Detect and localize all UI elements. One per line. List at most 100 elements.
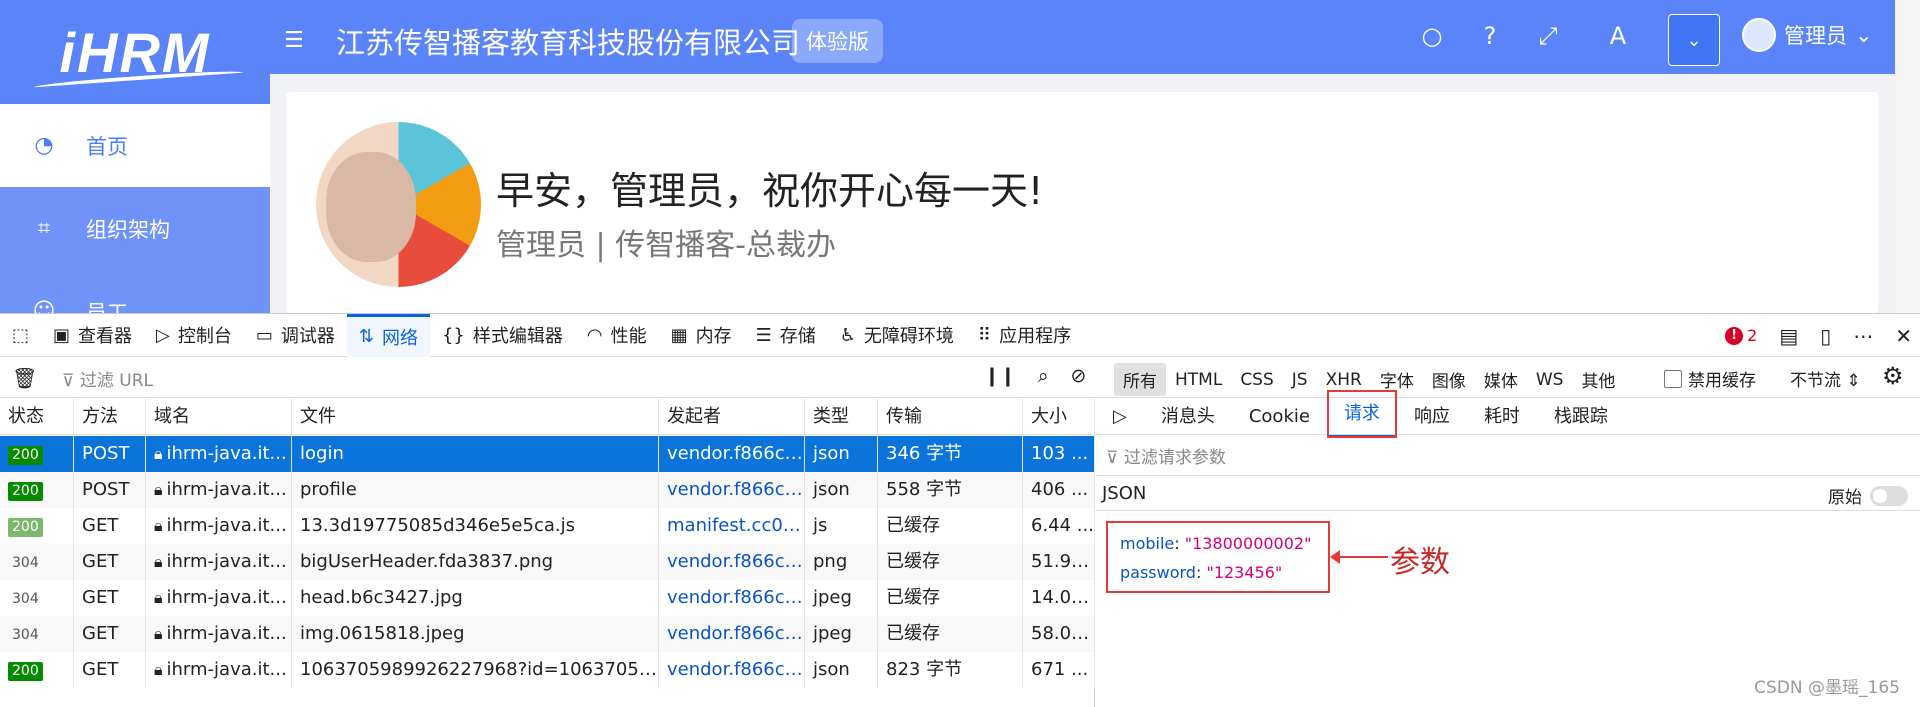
col-transfer[interactable]: 传输	[878, 399, 1023, 435]
tab-headers[interactable]: 消息头	[1144, 399, 1232, 435]
ihrm-logo[interactable]: iHRM	[0, 0, 270, 104]
col-method[interactable]: 方法	[74, 399, 146, 435]
sidebar-item-home[interactable]: ◔ 首页	[0, 104, 270, 187]
cell-transfer: 823 字节	[878, 652, 1023, 688]
type-filter-other[interactable]: 其他	[1572, 363, 1624, 396]
tab-application[interactable]: ⠿ 应用程序	[966, 314, 1083, 357]
sidebar-item-label: 员工	[86, 300, 128, 314]
type-filter-all[interactable]: 所有	[1114, 363, 1166, 396]
user-portrait	[316, 122, 481, 287]
type-filter-media[interactable]: 媒体	[1475, 363, 1527, 396]
help-icon[interactable]: ?	[1474, 20, 1506, 52]
tab-performance[interactable]: ◠ 性能	[575, 314, 659, 357]
cell-type: jpeg	[805, 616, 878, 652]
col-domain[interactable]: 域名	[146, 399, 292, 435]
table-row[interactable]: 304 GET 🔒︎ ihrm-java.it... head.b6c3427.jpg v…	[0, 580, 1095, 616]
cell-size: 671 ...	[1023, 652, 1095, 688]
domain-text: ihrm-java.it...	[166, 515, 287, 536]
cell-transfer: 558 字节	[878, 472, 1023, 508]
table-row[interactable]: 304 GET 🔒︎ ihrm-java.it... bigUserHeader.fda…	[0, 544, 1095, 580]
type-filter-html[interactable]: HTML	[1166, 366, 1231, 394]
insecure-lock-icon: 🔒︎	[154, 480, 163, 499]
table-row[interactable]: 304 GET 🔒︎ ihrm-java.it... img.0615818.jpeg v…	[0, 616, 1095, 652]
type-filter-image[interactable]: 图像	[1423, 363, 1475, 396]
cell-file: 1063705989926227968?id=10637059899262	[292, 652, 659, 688]
debugger-icon: ▭	[255, 324, 273, 346]
insecure-lock-icon: 🔒︎	[154, 660, 163, 679]
table-row[interactable]: 200 GET 🔒︎ ihrm-java.it... 13.3d19775085d346…	[0, 508, 1095, 544]
table-row[interactable]: 200 POST 🔒︎ ihrm-java.it... login vendor.f866…	[0, 436, 1095, 472]
cell-status: 200	[0, 436, 74, 472]
fullscreen-icon[interactable]: ⤢	[1532, 20, 1564, 52]
type-filter-ws[interactable]: WS	[1527, 366, 1573, 394]
raw-toggle[interactable]: 原始	[1828, 483, 1908, 508]
cell-type: json	[805, 436, 878, 472]
error-counter[interactable]: ! 2	[1725, 326, 1757, 345]
tab-response[interactable]: 响应	[1397, 399, 1467, 435]
toggle-sidebar-icon[interactable]: ▷	[1096, 399, 1144, 435]
tab-request[interactable]: 请求	[1326, 389, 1397, 438]
status-badge: 200	[8, 446, 43, 465]
url-filter-input[interactable]: ⊽ 过滤 URL	[62, 366, 153, 391]
type-filter-js[interactable]: JS	[1283, 366, 1317, 394]
cell-transfer: 已缓存	[878, 544, 1023, 580]
cell-size: 406 ...	[1023, 472, 1095, 508]
responsive-design-icon[interactable]: ▯	[1820, 324, 1831, 348]
trash-icon[interactable]: 🗑	[12, 366, 37, 390]
tab-style-editor[interactable]: {} 样式编辑器	[430, 314, 575, 357]
cell-initiator: manifest.cc0c3...	[659, 508, 805, 544]
menu-toggle-icon[interactable]: ☰	[284, 28, 304, 53]
user-icon: ☺	[32, 299, 56, 313]
theme-select-button[interactable]: ⌄	[1668, 14, 1720, 66]
toggle-switch	[1870, 485, 1908, 506]
split-console-icon[interactable]: ▤	[1779, 324, 1798, 348]
cell-file: img.0615818.jpeg	[292, 616, 659, 652]
filter-placeholder: 过滤请求参数	[1123, 448, 1226, 468]
tab-network[interactable]: ⇅ 网络	[346, 313, 430, 357]
disable-cache-checkbox[interactable]: 禁用缓存	[1664, 366, 1756, 391]
checkbox-box	[1664, 369, 1682, 388]
type-filter-css[interactable]: CSS	[1231, 366, 1282, 394]
tab-label: 性能	[610, 326, 647, 347]
sidebar: ◔ 首页 ⌗ 组织架构 ☺ 员工	[0, 104, 270, 313]
cell-transfer: 已缓存	[878, 580, 1023, 616]
tab-inspector[interactable]: ▣ 查看器	[41, 314, 144, 357]
tab-memory[interactable]: ▦ 内存	[659, 314, 744, 357]
translate-icon[interactable]: A	[1602, 20, 1634, 52]
cell-status: 304	[0, 544, 74, 580]
tab-timings[interactable]: 耗时	[1467, 399, 1537, 435]
gear-icon[interactable]: ⚙	[1882, 362, 1904, 390]
search-icon[interactable]: ○	[1416, 20, 1448, 52]
close-icon[interactable]: ✕	[1895, 324, 1912, 348]
performance-icon: ◠	[586, 324, 603, 346]
tab-cookie[interactable]: Cookie	[1232, 399, 1327, 435]
tab-debugger[interactable]: ▭ 调试器	[244, 314, 347, 357]
devtools-panel: ⬚ ▣ 查看器 ▷ 控制台 ▭ 调试器 ⇅ 网络 {} 样式编辑器 ◠ 性能 ▦ 内存 ☰ 存储…	[0, 313, 1920, 707]
table-row[interactable]: 200 GET 🔒︎ ihrm-java.it... 10637059899262279…	[0, 652, 1095, 688]
cell-type: jpeg	[805, 580, 878, 616]
domain-text: ihrm-java.it...	[166, 479, 287, 500]
block-icon[interactable]: ⊘	[1070, 365, 1086, 387]
tab-storage[interactable]: ☰ 存储	[744, 314, 828, 357]
tab-accessibility[interactable]: ♿ 无障碍环境	[828, 314, 966, 357]
page-scrollbar[interactable]	[1895, 0, 1920, 313]
cell-transfer: 已缓存	[878, 508, 1023, 544]
col-initiator[interactable]: 发起者	[659, 399, 805, 435]
more-options-icon[interactable]: ⋯	[1853, 324, 1873, 348]
sidebar-item-organization[interactable]: ⌗ 组织架构	[0, 187, 270, 270]
json-section-header[interactable]: JSON 原始	[1096, 475, 1920, 511]
element-picker-icon[interactable]: ⬚	[0, 314, 41, 357]
sidebar-item-employee[interactable]: ☺ 员工	[0, 270, 270, 313]
search-icon[interactable]: ⌕	[1038, 365, 1049, 387]
col-type[interactable]: 类型	[805, 399, 878, 435]
param-filter-input[interactable]: ⊽ 过滤请求参数	[1106, 443, 1226, 468]
table-row[interactable]: 200 POST 🔒︎ ihrm-java.it... profile vendor.f8…	[0, 472, 1095, 508]
tab-stack-trace[interactable]: 栈跟踪	[1537, 399, 1625, 435]
col-file[interactable]: 文件	[292, 399, 659, 435]
user-menu[interactable]: 管理员 ⌄	[1742, 18, 1873, 52]
pause-icon[interactable]: ❙❙	[984, 365, 1016, 387]
col-size[interactable]: 大小	[1023, 399, 1095, 435]
tab-console[interactable]: ▷ 控制台	[144, 314, 244, 357]
col-status[interactable]: 状态	[0, 399, 74, 435]
throttle-select[interactable]: 不节流 ⇕	[1790, 366, 1861, 391]
